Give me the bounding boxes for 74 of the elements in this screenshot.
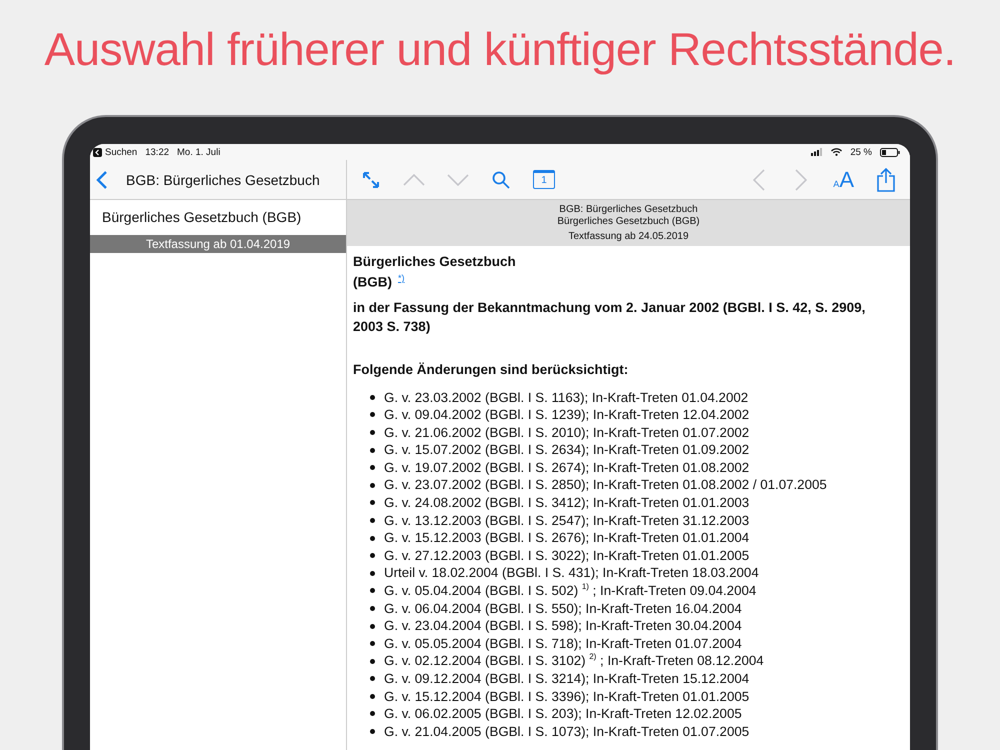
expand-icon — [361, 170, 381, 190]
battery-icon — [880, 148, 900, 156]
font-size-button[interactable]: AA — [833, 166, 854, 192]
change-entry: G. v. 05.05.2004 (BGBl. I S. 718); In-Kraft-Treten 01.07.2004 — [384, 634, 742, 652]
expand-button[interactable] — [361, 170, 381, 190]
status-time: 13:22 — [145, 146, 170, 158]
nav-title: BGB: Bürgerliches Gesetzbuch — [126, 172, 320, 188]
document-item[interactable]: Bürgerliches Gesetzbuch (BGB) — [90, 200, 346, 235]
change-entry: G. v. 02.12.2004 (BGBl. I S. 3102) $^{2)}$ ; In-Kraft-Treten 08.12.2004 — [384, 652, 764, 670]
changes-heading: Folgende Änderungen sind berücksichtigt: — [353, 362, 630, 376]
chevron-down-icon — [447, 174, 469, 186]
document-subtitle: in der Fassung der Bekanntmachung vom 2. Januar 2002 (BGBl. I S. 42, S. 2909, 2003 S. 738) — [353, 298, 866, 336]
bullet-icon — [370, 570, 375, 576]
change-entry: G. v. 06.02.2005 (BGBl. I S. 203); In-Kraft-Treten 12.02.2005 — [384, 705, 742, 723]
bullet-icon — [370, 500, 375, 506]
bullet-icon — [370, 465, 375, 470]
bullet-icon — [370, 624, 375, 629]
bullet-icon — [370, 430, 375, 435]
search-button[interactable] — [491, 170, 511, 188]
change-entry: G. v. 09.12.2004 (BGBl. I S. 3214); In-Kraft-Treten 15.12.2004 — [384, 670, 750, 688]
change-entry: G. v. 15.12.2004 (BGBl. I S. 3396); In-Kraft-Treten 01.01.2005 — [384, 688, 750, 706]
headline: Auswahl früherer und künftiger Rechtsstände. — [44, 22, 956, 76]
chevron-left-icon — [753, 168, 766, 190]
bullet-icon — [370, 448, 375, 453]
header-line: Bürgerliches Gesetzbuch (BGB) — [557, 216, 700, 228]
chevron-up-icon — [403, 174, 425, 186]
header-line: BGB: Bürgerliches Gesetzbuch — [558, 204, 699, 216]
bullet-icon — [370, 588, 375, 594]
change-entry: G. v. 23.04.2004 (BGBl. I S. 598); In-Kraft-Treten 30.04.2004 — [384, 617, 742, 635]
search-icon — [492, 170, 510, 188]
document-title: Bürgerliches Gesetzbuch — [353, 253, 517, 270]
calendar-button[interactable]: 1 — [533, 170, 555, 189]
change-entry: G. v. 21.06.2002 (BGBl. I S. 2010); In-Kraft-Treten 01.07.2002 — [384, 424, 750, 442]
change-entry: G. v. 05.04.2004 (BGBl. I S. 502) $^{1)}$ ; In-Kraft-Treten 09.04.2004 — [384, 582, 756, 600]
document-abbreviation: (BGB) — [353, 274, 392, 290]
bullet-icon — [370, 606, 375, 611]
battery-percent: 25 % — [850, 146, 872, 158]
change-entry: G. v. 23.03.2002 (BGBl. I S. 1163); In-Kraft-Treten 01.04.2002 — [384, 388, 748, 406]
wifi-icon — [831, 148, 842, 156]
change-entry: G. v. 23.07.2002 (BGBl. I S. 2850); In-Kraft-Treten 01.08.2002 / 01.07.2005 — [384, 476, 827, 494]
chevron-right-icon — [795, 168, 808, 190]
change-entry: Urteil v. 18.02.2004 (BGBl. I S. 431); In-Kraft-Treten 18.03.2004 — [384, 564, 759, 582]
change-entry: G. v. 15.12.2003 (BGBl. I S. 2676); In-Kraft-Treten 01.01.2004 — [384, 529, 750, 547]
bullet-icon — [370, 641, 375, 646]
change-entry: G. v. 27.12.2003 (BGBl. I S. 3022); In-Kraft-Treten 01.01.2005 — [384, 546, 750, 564]
bullet-icon — [370, 518, 375, 523]
version-item[interactable]: Textfassung ab 01.04.2019 — [90, 235, 346, 253]
bullet-icon — [370, 482, 375, 488]
status-date: Mo. 1. Juli — [177, 146, 220, 158]
bullet-icon — [370, 553, 375, 558]
header-version: Textfassung ab 24.05.2019 — [568, 231, 689, 243]
change-entry: G. v. 13.12.2003 (BGBl. I S. 2547); In-Kraft-Treten 31.12.2003 — [384, 512, 750, 530]
back-button[interactable] — [96, 170, 108, 190]
bullet-icon — [370, 658, 375, 664]
bullet-icon — [370, 394, 375, 400]
chevron-left-icon — [96, 170, 108, 190]
back-to-app-icon — [93, 148, 102, 156]
share-icon — [877, 168, 895, 192]
bullet-icon — [370, 694, 375, 699]
bullet-icon — [370, 711, 375, 716]
bullet-icon — [370, 729, 375, 734]
share-button[interactable] — [876, 168, 896, 192]
bullet-icon — [370, 536, 375, 541]
back-app-label[interactable]: Suchen — [105, 146, 138, 158]
footnote-link[interactable]: *) — [398, 273, 404, 283]
change-entry: G. v. 15.07.2002 (BGBl. I S. 2634); In-Kraft-Treten 01.09.2002 — [384, 441, 750, 459]
change-entry: G. v. 24.08.2002 (BGBl. I S. 3412); In-Kraft-Treten 01.01.2003 — [384, 494, 750, 512]
bullet-icon — [370, 676, 375, 682]
change-entry: G. v. 06.04.2004 (BGBl. I S. 550); In-Kraft-Treten 16.04.2004 — [384, 600, 742, 618]
change-entry: G. v. 09.04.2002 (BGBl. I S. 1239); In-Kraft-Treten 12.04.2002 — [384, 406, 750, 424]
signal-icon — [811, 148, 824, 156]
bullet-icon — [370, 412, 375, 418]
change-entry: G. v. 21.04.2005 (BGBl. I S. 1073); In-Kraft-Treten 01.07.2005 — [384, 722, 750, 740]
change-entry: G. v. 19.07.2002 (BGBl. I S. 2674); In-Kraft-Treten 01.08.2002 — [384, 458, 750, 476]
